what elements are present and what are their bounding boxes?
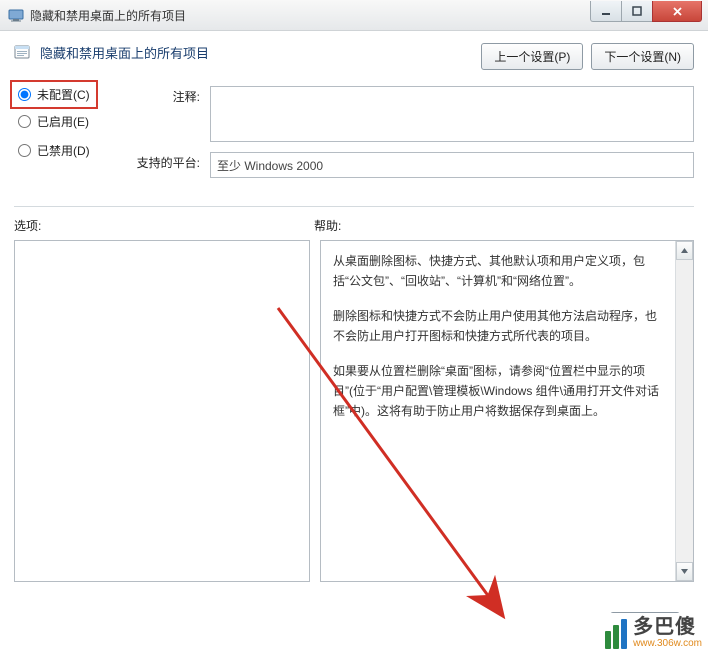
watermark: 多巴傻 www.306w.com bbox=[599, 613, 704, 651]
help-scrollbar[interactable] bbox=[675, 241, 693, 581]
client-area: 隐藏和禁用桌面上的所有项目 上一个设置(P) 下一个设置(N) 未配置(C) 已… bbox=[0, 31, 708, 651]
caption-buttons bbox=[591, 1, 702, 22]
radio-disabled-label: 已禁用(D) bbox=[37, 142, 90, 159]
radio-enabled-input[interactable] bbox=[18, 115, 31, 128]
maximize-button[interactable] bbox=[621, 1, 653, 22]
scroll-down-button[interactable] bbox=[676, 562, 693, 581]
titlebar: 隐藏和禁用桌面上的所有项目 bbox=[0, 0, 708, 31]
app-icon bbox=[8, 7, 24, 23]
radio-not-configured-label: 未配置(C) bbox=[37, 86, 90, 103]
help-paragraph: 删除图标和快捷方式不会防止用户使用其他方法启动程序，也不会防止用户打开图标和快捷… bbox=[333, 306, 663, 347]
minimize-button[interactable] bbox=[590, 1, 622, 22]
policy-editor-window: 隐藏和禁用桌面上的所有项目 bbox=[0, 0, 708, 651]
watermark-url: www.306w.com bbox=[633, 639, 702, 649]
watermark-text: 多巴傻 bbox=[633, 617, 696, 637]
options-label: 选项: bbox=[14, 217, 314, 234]
window-title: 隐藏和禁用桌面上的所有项目 bbox=[30, 7, 186, 24]
divider bbox=[14, 206, 694, 207]
comment-label: 注释: bbox=[128, 86, 210, 142]
radio-disabled-input[interactable] bbox=[18, 144, 31, 157]
radio-not-configured[interactable]: 未配置(C) bbox=[14, 84, 94, 105]
radio-enabled-label: 已启用(E) bbox=[37, 113, 89, 130]
policy-icon bbox=[14, 44, 32, 62]
radio-not-configured-input[interactable] bbox=[18, 88, 31, 101]
watermark-logo-icon bbox=[605, 619, 629, 649]
supported-platform-value: 至少 Windows 2000 bbox=[210, 152, 694, 178]
radio-disabled[interactable]: 已禁用(D) bbox=[18, 142, 128, 159]
previous-setting-button[interactable]: 上一个设置(P) bbox=[481, 43, 583, 70]
close-button[interactable] bbox=[652, 1, 702, 22]
radio-enabled[interactable]: 已启用(E) bbox=[18, 113, 128, 130]
scroll-track[interactable] bbox=[676, 260, 693, 562]
help-paragraph: 如果要从位置栏删除“桌面”图标，请参阅“位置栏中显示的项目”(位于“用户配置\管… bbox=[333, 361, 663, 422]
platform-label: 支持的平台: bbox=[128, 152, 210, 178]
comment-textarea[interactable] bbox=[210, 86, 694, 142]
options-pane bbox=[14, 240, 310, 582]
next-setting-button[interactable]: 下一个设置(N) bbox=[591, 43, 694, 70]
state-radio-group: 未配置(C) 已启用(E) 已禁用(D) bbox=[14, 86, 128, 188]
scroll-up-button[interactable] bbox=[676, 241, 693, 260]
dialog-footer: 确定 bbox=[14, 602, 694, 651]
help-pane: 从桌面删除图标、快捷方式、其他默认项和用户定义项，包括“公文包”、“回收站”、“… bbox=[320, 240, 694, 582]
policy-title: 隐藏和禁用桌面上的所有项目 bbox=[40, 43, 209, 62]
help-content: 从桌面删除图标、快捷方式、其他默认项和用户定义项，包括“公文包”、“回收站”、“… bbox=[321, 241, 675, 581]
help-label: 帮助: bbox=[314, 217, 341, 234]
help-paragraph: 从桌面删除图标、快捷方式、其他默认项和用户定义项，包括“公文包”、“回收站”、“… bbox=[333, 251, 663, 292]
